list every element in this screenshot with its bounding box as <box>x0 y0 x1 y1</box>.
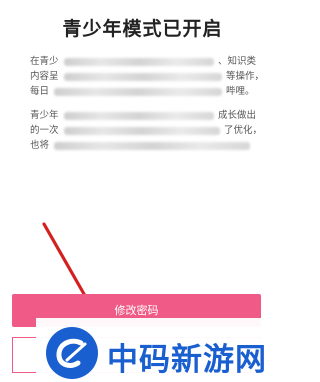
watermark-text: 中码新游网 <box>107 342 267 378</box>
teen-mode-screen: 青少年模式已开启 在青少 、知识类 内容呈 等操作， 每日 哔哩。 青少年 成长… <box>0 0 285 382</box>
watermark-logo-icon <box>46 327 98 379</box>
